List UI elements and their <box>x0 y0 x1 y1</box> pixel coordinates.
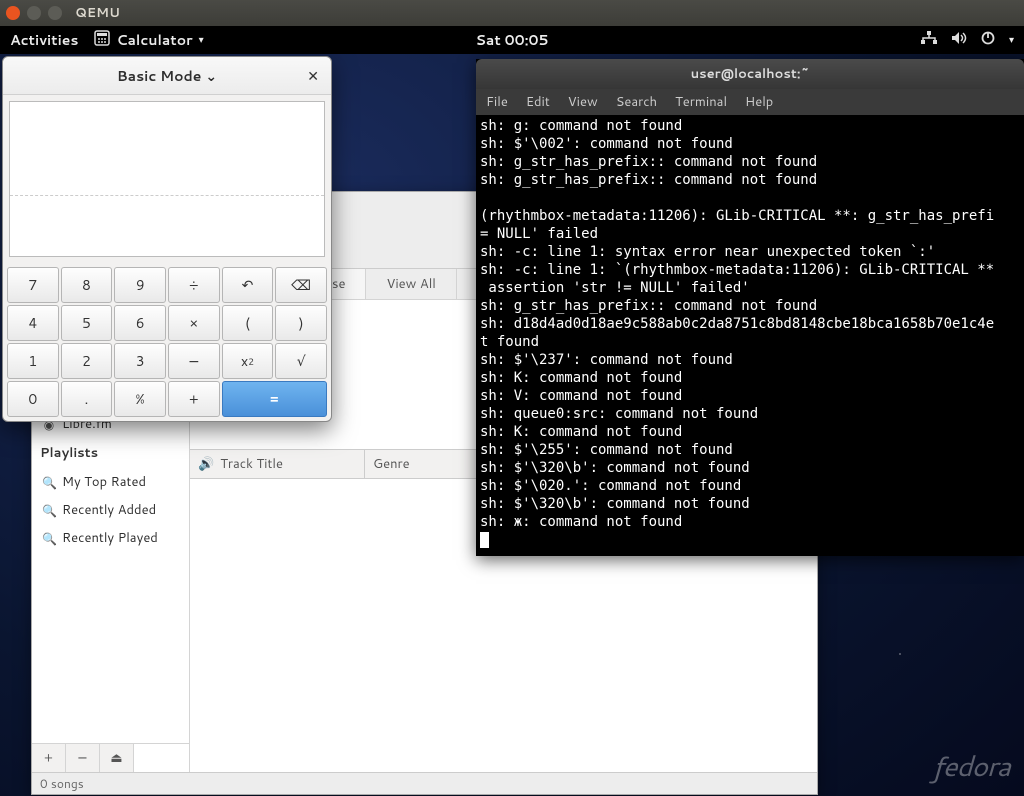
key-backspace[interactable]: ⌫ <box>275 267 327 303</box>
key-multiply[interactable]: × <box>168 305 220 341</box>
desktop: fedora Not Playing (Paused) se View All … <box>0 54 1024 796</box>
network-icon[interactable] <box>921 30 937 50</box>
qemu-titlebar: QEMU <box>0 0 1024 26</box>
sidebar-actions: + − ⏏ <box>32 743 189 772</box>
chevron-down-icon: ⌄ <box>205 66 217 86</box>
minimize-icon[interactable] <box>27 6 41 20</box>
key-6[interactable]: 6 <box>114 305 166 341</box>
volume-small-icon: 🔊 <box>198 455 214 473</box>
key-square[interactable]: x2 <box>222 343 274 379</box>
menu-search[interactable]: Search <box>616 93 657 111</box>
search-icon: 🔍 <box>42 530 56 547</box>
volume-icon[interactable] <box>951 30 967 50</box>
sidebar-item-recently-added[interactable]: 🔍Recently Added <box>32 496 189 524</box>
app-menu-label: Calculator <box>116 30 192 50</box>
key-dot[interactable]: . <box>61 381 113 417</box>
sidebar-category-playlists: Playlists <box>32 438 189 468</box>
search-icon: 🔍 <box>42 502 56 519</box>
menu-terminal[interactable]: Terminal <box>675 93 727 111</box>
activities-button[interactable]: Activities <box>10 30 78 50</box>
key-subtract[interactable]: − <box>168 343 220 379</box>
clock[interactable]: Sat 00:05 <box>475 30 548 50</box>
calculator-keypad: 7 8 9 ÷ ↶ ⌫ 4 5 6 × ( ) 1 2 3 − x2 √ 0 .… <box>3 263 331 421</box>
sidebar-item-recently-played[interactable]: 🔍Recently Played <box>32 524 189 552</box>
close-icon[interactable] <box>6 6 20 20</box>
terminal-window: user@localhost:~ File Edit View Search T… <box>476 59 1024 556</box>
eject-button[interactable]: ⏏ <box>100 744 134 772</box>
key-rparen[interactable]: ) <box>275 305 327 341</box>
terminal-title: user@localhost:~ <box>476 59 1024 89</box>
calculator-titlebar: Basic Mode ⌄ ✕ <box>3 57 331 95</box>
chevron-down-icon: ▾ <box>199 33 204 47</box>
maximize-icon[interactable] <box>48 6 62 20</box>
display-history <box>10 102 324 196</box>
menu-file[interactable]: File <box>486 93 508 111</box>
rhythmbox-statusbar: 0 songs <box>32 772 817 794</box>
search-icon: 🔍 <box>42 474 56 491</box>
terminal-menubar: File Edit View Search Terminal Help <box>476 89 1024 115</box>
qemu-title: QEMU <box>75 4 120 22</box>
power-icon[interactable] <box>981 30 995 50</box>
key-percent[interactable]: % <box>114 381 166 417</box>
terminal-output[interactable]: sh: g: command not found sh: $'\002': co… <box>476 115 1024 556</box>
key-3[interactable]: 3 <box>114 343 166 379</box>
mode-selector[interactable]: Basic Mode ⌄ <box>117 66 217 86</box>
chevron-down-icon[interactable]: ▾ <box>1009 33 1014 47</box>
column-track[interactable]: 🔊Track Title <box>190 450 365 478</box>
key-4[interactable]: 4 <box>7 305 59 341</box>
key-1[interactable]: 1 <box>7 343 59 379</box>
menu-edit[interactable]: Edit <box>526 93 550 111</box>
menu-help[interactable]: Help <box>745 93 773 111</box>
close-button[interactable]: ✕ <box>307 66 319 86</box>
calculator-icon <box>94 30 110 51</box>
calculator-window: Basic Mode ⌄ ✕ 7 8 9 ÷ ↶ ⌫ 4 5 6 × ( ) 1… <box>2 56 332 422</box>
key-add[interactable]: + <box>168 381 220 417</box>
app-menu[interactable]: Calculator ▾ <box>94 30 203 51</box>
key-sqrt[interactable]: √ <box>275 343 327 379</box>
key-divide[interactable]: ÷ <box>168 267 220 303</box>
fedora-watermark: fedora <box>933 746 1010 786</box>
gnome-top-bar: Activities Calculator ▾ Sat 00:05 ▾ <box>0 26 1024 54</box>
calculator-display[interactable] <box>9 101 325 257</box>
key-5[interactable]: 5 <box>61 305 113 341</box>
key-8[interactable]: 8 <box>61 267 113 303</box>
tab-view-all[interactable]: View All <box>366 269 456 299</box>
key-undo[interactable]: ↶ <box>222 267 274 303</box>
key-0[interactable]: 0 <box>7 381 59 417</box>
key-equals[interactable]: = <box>222 381 327 417</box>
key-lparen[interactable]: ( <box>222 305 274 341</box>
display-input <box>10 196 324 256</box>
key-9[interactable]: 9 <box>114 267 166 303</box>
sidebar-item-top-rated[interactable]: 🔍My Top Rated <box>32 468 189 496</box>
add-playlist-button[interactable]: + <box>32 744 66 772</box>
remove-playlist-button[interactable]: − <box>66 744 100 772</box>
menu-view[interactable]: View <box>568 93 598 111</box>
key-7[interactable]: 7 <box>7 267 59 303</box>
key-2[interactable]: 2 <box>61 343 113 379</box>
